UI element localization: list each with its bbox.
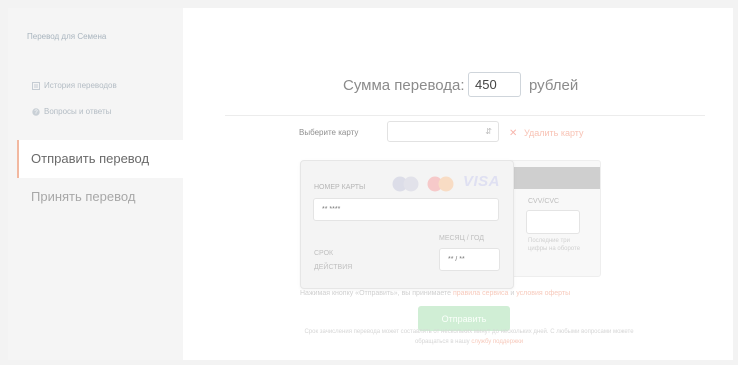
amount-input[interactable]	[468, 72, 521, 97]
sidebar-item-history[interactable]: История переводов	[32, 81, 117, 90]
terms-middle: и	[510, 290, 515, 297]
footer-note: Срок зачисления перевода может составлят…	[304, 329, 634, 335]
offer-terms-link[interactable]: условия оферты	[516, 290, 570, 297]
expiry-format-label: МЕСЯЦ / ГОД	[439, 235, 485, 242]
footer-prefix: обращаться в нашу	[414, 339, 470, 345]
cvv-input[interactable]	[526, 210, 580, 234]
close-icon[interactable]: ✕	[509, 128, 517, 139]
divider	[225, 115, 705, 116]
delete-card-link[interactable]: Удалить карту	[524, 128, 584, 138]
visa-logo-icon: VISA	[463, 173, 501, 190]
support-link[interactable]: службу поддержки	[471, 339, 523, 345]
terms-prefix: Нажимая кнопку «Отправить», вы принимает…	[300, 290, 452, 297]
expiry-label-2: ДЕЙСТВИЯ	[314, 264, 353, 271]
terms-text: Нажимая кнопку «Отправить», вы принимает…	[300, 290, 570, 297]
maestro-logo-icon	[392, 176, 419, 192]
card-select-label: Выберите карту	[299, 128, 359, 137]
tab-label: Отправить перевод	[31, 151, 150, 166]
sidebar-header: Перевод для Семена	[27, 32, 107, 41]
amount-unit: рублей	[529, 77, 579, 94]
tab-send-transfer[interactable]: Отправить перевод	[17, 140, 183, 178]
history-icon	[32, 81, 40, 90]
send-button[interactable]: Отправить	[418, 306, 510, 331]
expiry-input[interactable]	[439, 248, 500, 271]
sidebar-item-faq[interactable]: ? Вопросы и ответы	[32, 107, 111, 116]
tab-receive-transfer[interactable]: Принять перевод	[31, 189, 135, 204]
sidebar	[8, 8, 183, 360]
question-icon: ?	[32, 107, 40, 116]
card-number-input[interactable]	[313, 198, 499, 221]
cvv-hint: Последние три цифры на обороте	[528, 238, 581, 252]
sidebar-item-label: Вопросы и ответы	[44, 107, 112, 116]
cvv-label: CVV/CVC	[528, 198, 560, 205]
amount-label: Сумма перевода:	[343, 77, 465, 94]
card-number-label: НОМЕР КАРТЫ	[314, 184, 366, 191]
select-arrows-icon: ⇵	[485, 127, 492, 136]
card-select[interactable]: ⇵	[387, 121, 499, 142]
service-rules-link[interactable]: правила сервиса	[453, 290, 508, 297]
mastercard-logo-icon	[427, 176, 454, 192]
sidebar-item-label: История переводов	[44, 81, 117, 90]
expiry-label: СРОК	[314, 250, 334, 257]
footer-note-2: обращаться в нашу службу поддержки	[219, 339, 719, 345]
